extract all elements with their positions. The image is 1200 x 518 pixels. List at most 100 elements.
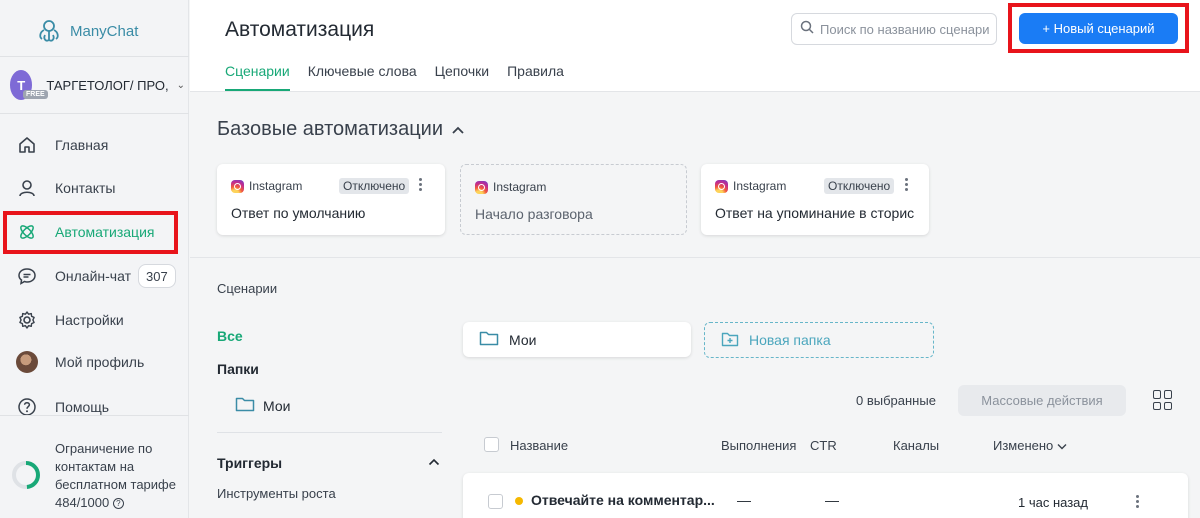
profile-avatar	[16, 351, 38, 373]
folder-label: Мои	[263, 397, 291, 414]
card-title: Начало разговора	[475, 206, 593, 222]
folder-plus-icon	[721, 331, 739, 350]
limit-description: Ограничение по контактам на бесплатном т…	[55, 441, 176, 492]
gear-icon	[16, 309, 38, 331]
search-input[interactable]	[820, 21, 990, 37]
section-title: Базовые автоматизации	[217, 118, 443, 140]
column-header-runs[interactable]: Выполнения	[721, 438, 796, 453]
instagram-icon	[231, 179, 244, 193]
more-options-icon[interactable]	[903, 178, 909, 191]
tab-rules[interactable]: Правила	[507, 63, 564, 91]
sidebar-item-label: Настройки	[55, 312, 124, 328]
divider	[217, 432, 442, 433]
sidebar-item-label: Главная	[55, 137, 109, 153]
channel-label: Instagram	[715, 179, 786, 193]
page-header: Автоматизация Сценарии Ключевые слова Це…	[190, 0, 1200, 92]
limit-text: Ограничение по контактам на бесплатном т…	[55, 440, 185, 512]
sidebar-item-label: Помощь	[55, 399, 110, 415]
chat-icon	[16, 265, 38, 287]
basic-automations: Базовые автоматизации Instagram Отключен…	[190, 93, 1200, 258]
folder-card-moi[interactable]: Мои	[463, 322, 691, 357]
logo[interactable]: ManyChat	[36, 18, 138, 44]
app-name: ManyChat	[70, 22, 139, 40]
info-icon: ?	[112, 498, 124, 510]
automation-card-default-reply[interactable]: Instagram Отключено Ответ по умолчанию	[217, 164, 445, 235]
manychat-logo-icon	[39, 20, 59, 42]
grid-view-icon[interactable]	[1153, 390, 1173, 410]
automation-card-story-mention[interactable]: Instagram Отключено Ответ на упоминание …	[701, 164, 929, 235]
chevron-up-icon	[451, 118, 465, 141]
channel-label: Instagram	[231, 179, 302, 193]
tab-sequences[interactable]: Цепочки	[435, 63, 489, 91]
status-badge: Отключено	[339, 178, 410, 194]
account-name: ТАРГЕТОЛОГ/ ПРО,	[46, 77, 169, 93]
chevron-up-icon	[428, 457, 440, 469]
folder-card-label: Мои	[509, 331, 537, 348]
column-header-name[interactable]: Название	[510, 438, 568, 453]
more-options-icon[interactable]	[1136, 495, 1139, 508]
select-all-checkbox[interactable]	[484, 437, 499, 452]
triggers-heading: Триггеры	[217, 455, 283, 471]
sidebar-item-home[interactable]: Главная	[0, 125, 189, 165]
automation-card-conversation-start[interactable]: Instagram Начало разговора	[460, 164, 687, 235]
user-icon	[16, 177, 38, 199]
sidebar-item-settings[interactable]: Настройки	[0, 300, 189, 340]
new-folder-label: Новая папка	[749, 332, 831, 348]
sidebar-item-contacts[interactable]: Контакты	[0, 168, 189, 208]
folder-icon	[235, 396, 255, 415]
divider	[0, 56, 189, 57]
more-options-icon[interactable]	[417, 178, 423, 191]
sidebar-item-live-chat[interactable]: Онлайн-чат 307	[0, 256, 189, 296]
highlight-frame	[1008, 3, 1189, 53]
search-box	[791, 13, 997, 45]
column-header-channels: Каналы	[893, 438, 940, 453]
column-header-modified[interactable]: Изменено	[993, 438, 1067, 453]
basic-automations-toggle[interactable]: Базовые автоматизации	[217, 118, 465, 141]
growth-tools-link[interactable]: Инструменты роста	[217, 486, 336, 501]
sidebar-item-label: Мой профиль	[55, 354, 145, 370]
new-folder-button[interactable]: Новая папка	[704, 322, 934, 358]
folder-icon	[479, 330, 499, 349]
modified-value: 1 час назад	[1018, 495, 1088, 510]
instagram-icon	[715, 179, 728, 193]
filter-all[interactable]: Все	[217, 328, 243, 344]
unread-count-badge: 307	[138, 264, 176, 288]
sidebar-item-label: Онлайн-чат	[55, 268, 131, 284]
runs-value: —	[737, 492, 751, 508]
limit-usage: 484/1000	[55, 495, 110, 510]
triggers-toggle[interactable]: Триггеры	[217, 455, 442, 471]
selected-count: 0 выбранные	[856, 393, 936, 408]
account-avatar: T FREE	[10, 70, 48, 100]
limit-progress-ring	[12, 461, 40, 489]
tabs: Сценарии Ключевые слова Цепочки Правила	[225, 63, 582, 91]
table-row[interactable]: Отвечайте на комментар... — — 1 час наза…	[463, 473, 1188, 518]
scenarios-label: Сценарии	[217, 281, 278, 296]
status-dot	[515, 497, 523, 505]
contacts-limit[interactable]: Ограничение по контактам на бесплатном т…	[0, 415, 189, 518]
divider	[0, 113, 189, 114]
sidebar: ManyChat T FREE ТАРГЕТОЛОГ/ ПРО, ⌄ Главн…	[0, 0, 189, 518]
mass-actions-button[interactable]: Массовые действия	[958, 385, 1126, 416]
scenario-name[interactable]: Отвечайте на комментар...	[531, 492, 715, 508]
tab-scenarios[interactable]: Сценарии	[225, 63, 290, 91]
folder-item-moi[interactable]: Мои	[235, 396, 290, 415]
instagram-icon	[475, 180, 488, 194]
column-header-ctr[interactable]: CTR	[810, 438, 837, 453]
chevron-down-icon: ⌄	[176, 79, 185, 91]
scenarios-section: Сценарии Все Папки Мои Триггеры Инструме…	[190, 259, 1200, 518]
status-badge: Отключено	[824, 178, 895, 194]
highlight-frame	[3, 211, 178, 254]
sidebar-item-label: Контакты	[55, 180, 116, 196]
plan-badge: FREE	[23, 90, 48, 99]
channel-label: Instagram	[475, 180, 546, 194]
ctr-value: —	[825, 492, 839, 508]
account-switcher[interactable]: T FREE ТАРГЕТОЛОГ/ ПРО, ⌄	[10, 69, 185, 101]
search-icon	[800, 20, 814, 39]
row-checkbox[interactable]	[488, 494, 503, 509]
folders-heading: Папки	[217, 361, 259, 377]
tab-keywords[interactable]: Ключевые слова	[308, 63, 417, 91]
sidebar-item-my-profile[interactable]: Мой профиль	[0, 342, 189, 382]
page-title: Автоматизация	[225, 18, 375, 41]
home-icon	[16, 134, 38, 156]
chevron-down-icon	[1057, 438, 1067, 453]
